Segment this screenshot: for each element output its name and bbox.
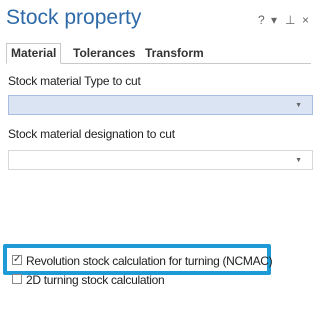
- help-icon[interactable]: ?: [258, 13, 265, 27]
- revolution-stock-label: Revolution stock calculation for turning…: [26, 254, 273, 268]
- panel-header: Stock property ? ▾ ⊥ ×: [0, 0, 311, 40]
- dropdown-icon[interactable]: ▾: [271, 13, 277, 27]
- tab-bar: Material Tolerances Transform: [6, 43, 311, 64]
- turning-2d-checkbox[interactable]: [12, 274, 22, 284]
- turning-2d-label: 2D turning stock calculation: [26, 273, 165, 287]
- pin-icon[interactable]: ⊥: [285, 13, 295, 27]
- tab-tolerances[interactable]: Tolerances: [69, 44, 139, 62]
- designation-label: Stock material designation to cut: [8, 127, 175, 141]
- close-icon[interactable]: ×: [302, 13, 309, 27]
- designation-combo[interactable]: ▼: [8, 150, 313, 170]
- revolution-stock-checkbox[interactable]: ✓: [12, 255, 22, 265]
- type-to-cut-label: Stock material Type to cut: [8, 74, 141, 88]
- chevron-down-icon[interactable]: ▼: [295, 102, 302, 109]
- panel-title: Stock property: [6, 6, 142, 29]
- tab-transform[interactable]: Transform: [141, 44, 208, 62]
- type-to-cut-combo[interactable]: ▼: [8, 95, 313, 115]
- tab-material[interactable]: Material: [6, 43, 62, 64]
- chevron-down-icon[interactable]: ▼: [295, 157, 302, 164]
